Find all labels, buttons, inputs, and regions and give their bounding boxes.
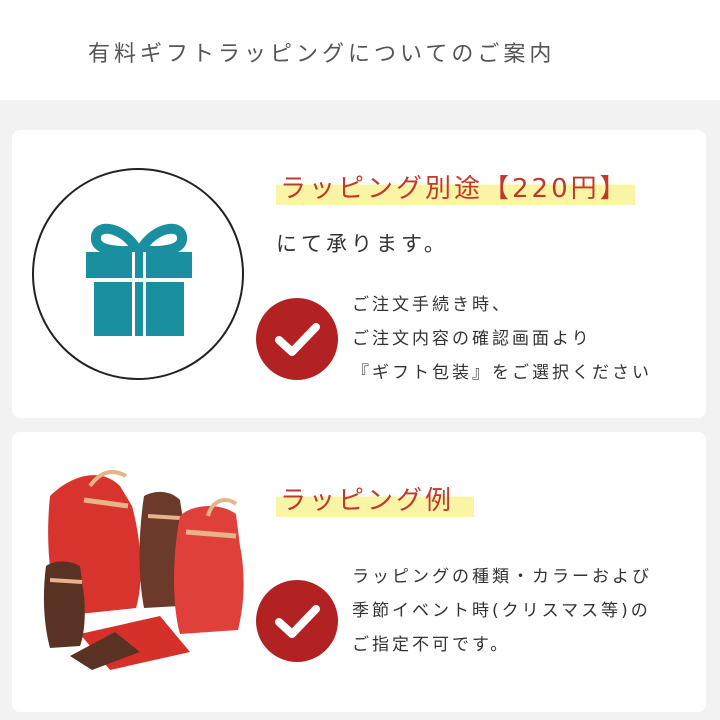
check-icon	[256, 580, 338, 662]
wrapping-fee-headline: ラッピング別途【220円】	[276, 168, 635, 205]
page-title: 有料ギフトラッピングについてのご案内	[88, 42, 556, 67]
order-instructions: ご注文手続き時、 ご注文内容の確認画面より 『ギフト包装』をご選択ください	[352, 288, 652, 390]
gift-bags-image	[43, 469, 244, 670]
order-instruction-line: 『ギフト包装』をご選択ください	[352, 363, 652, 383]
restriction-line: 季節イベント時(クリスマス等)の	[352, 601, 651, 621]
gift-icon-circle	[32, 168, 244, 380]
wrapping-example-headline: ラッピング例	[276, 480, 475, 517]
example-restrictions: ラッピングの種類・カラーおよび 季節イベント時(クリスマス等)の ご指定不可です…	[352, 560, 652, 662]
restriction-line: ラッピングの種類・カラーおよび	[352, 567, 652, 587]
order-instruction-line: ご注文内容の確認画面より	[352, 329, 592, 349]
header: 有料ギフトラッピングについてのご案内	[0, 0, 720, 100]
wrapping-fee-card: ラッピング別途【220円】 にて承ります。 ご注文手続き時、 ご注文内容の確認画…	[12, 130, 706, 418]
order-instruction-line: ご注文手続き時、	[352, 295, 512, 315]
wrapping-example-card: ラッピング例 ラッピングの種類・カラーおよび 季節イベント時(クリスマス等)の …	[12, 432, 706, 712]
gift-icon	[86, 223, 192, 336]
check-icon	[256, 298, 338, 380]
wrapping-fee-subline: にて承ります。	[276, 232, 449, 256]
restriction-line: ご指定不可です。	[352, 635, 511, 655]
